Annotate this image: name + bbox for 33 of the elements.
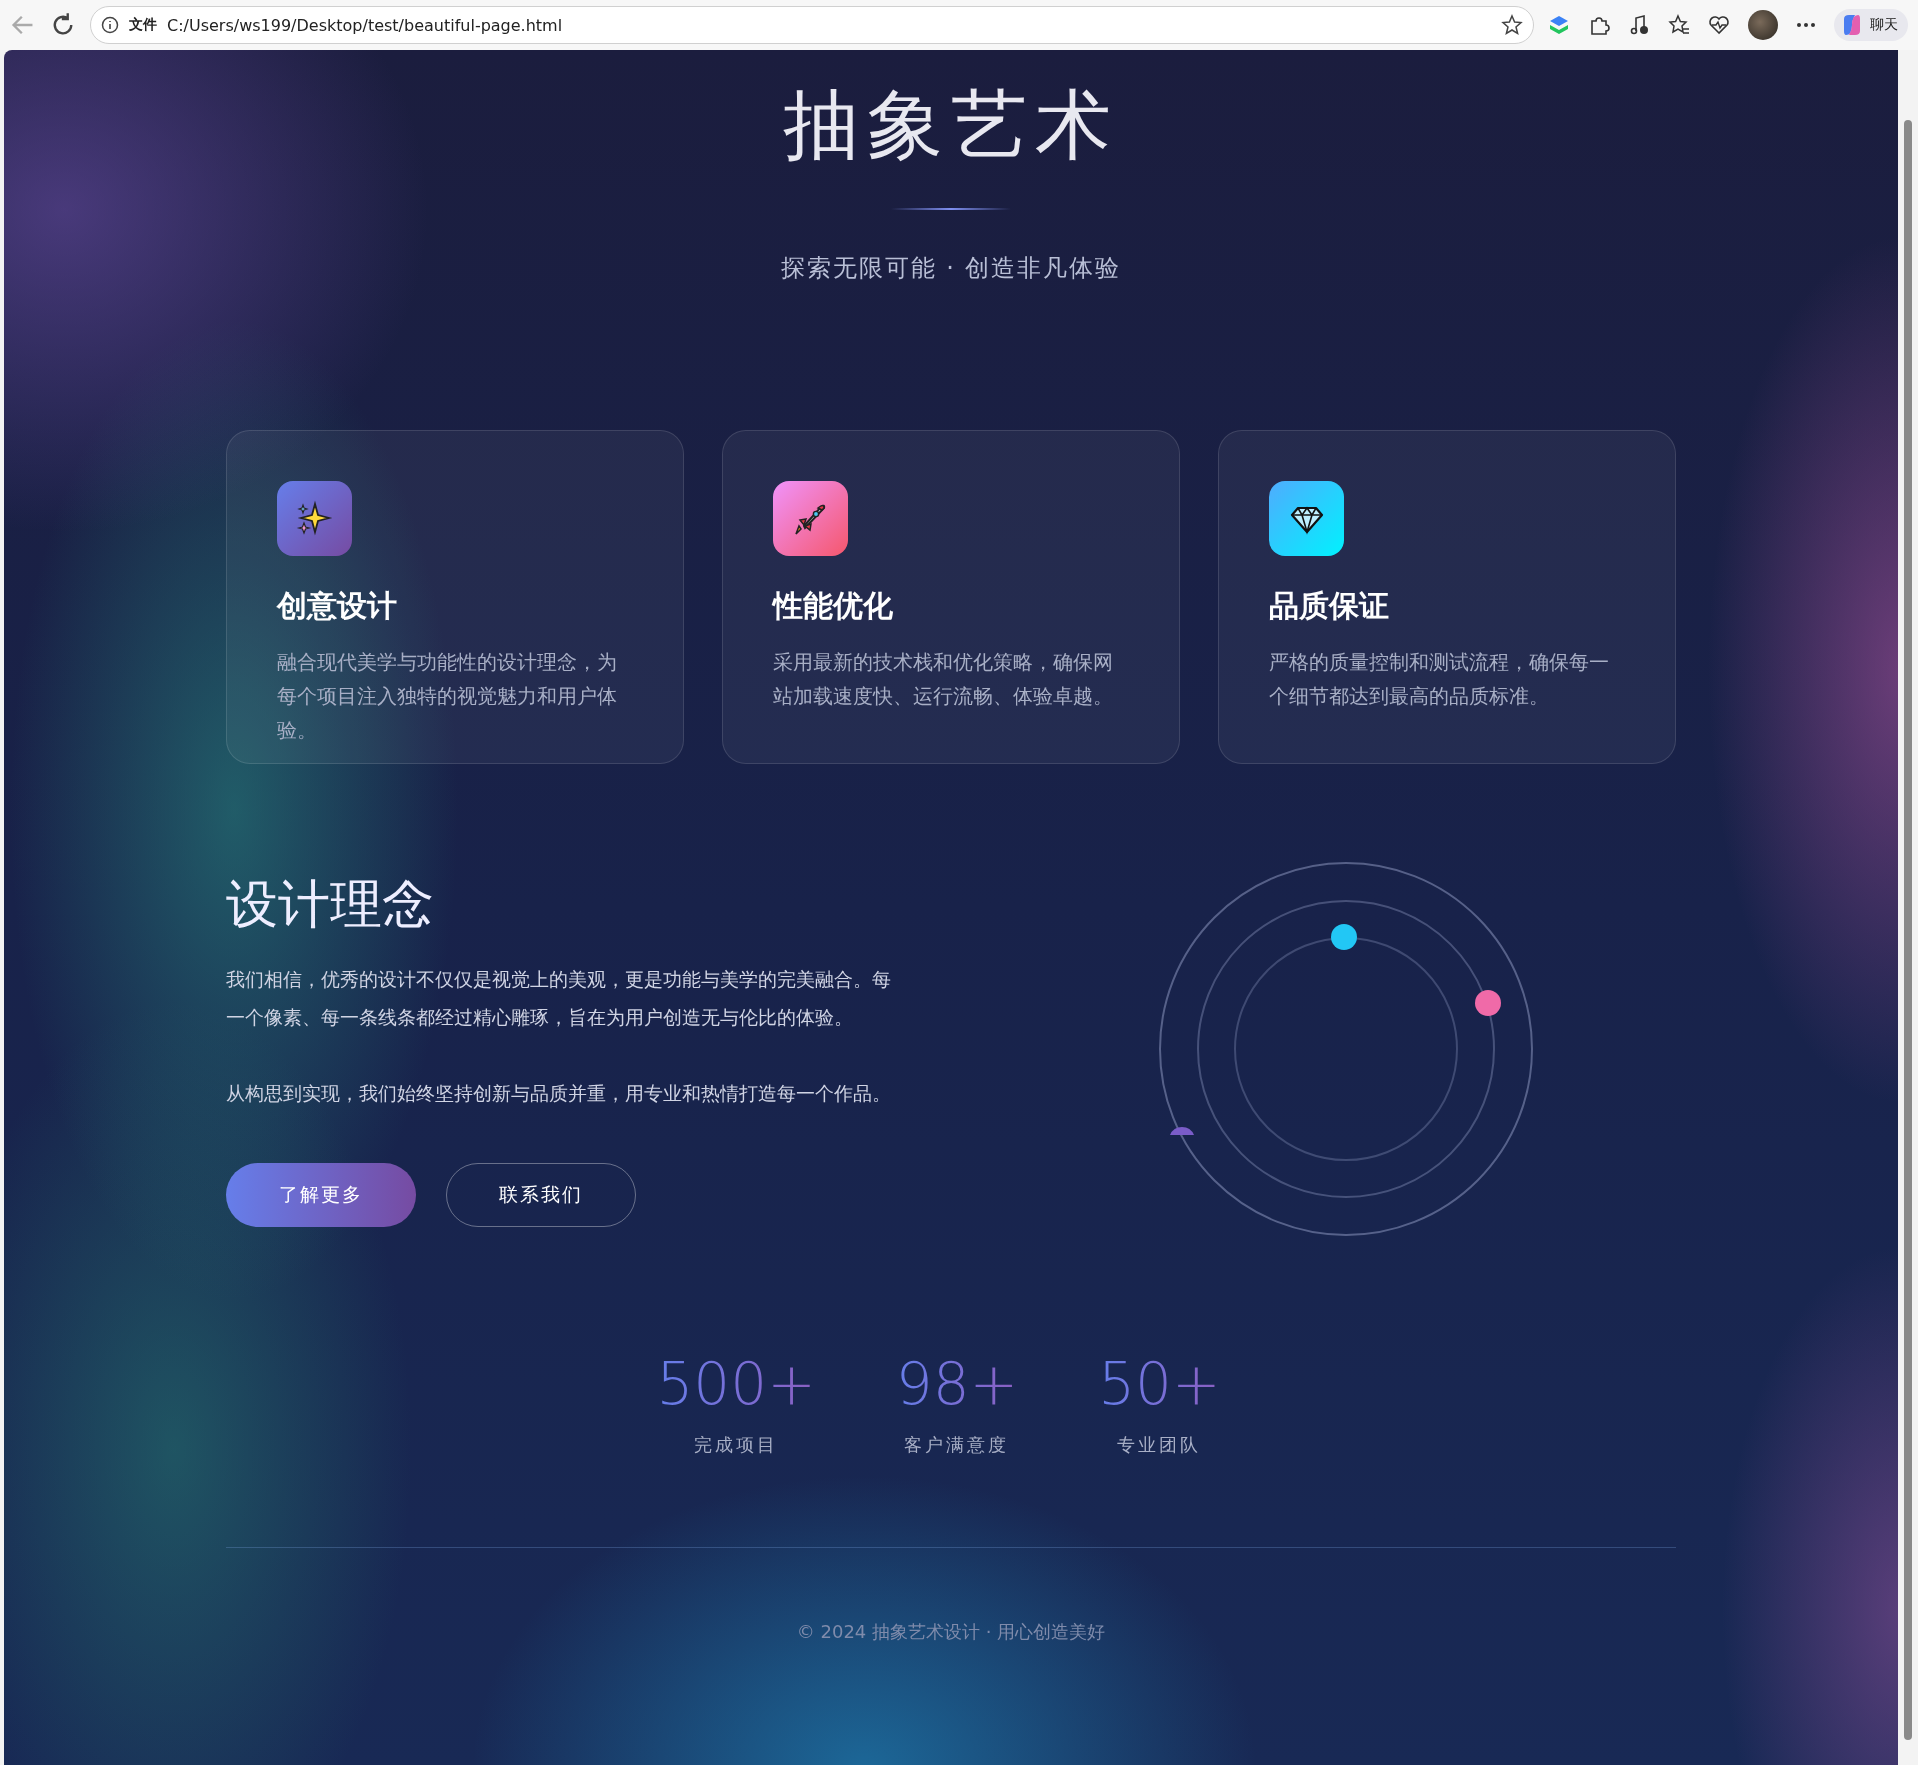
card-title: 性能优化 xyxy=(773,587,894,625)
address-bar[interactable]: 文件 C:/Users/ws199/Desktop/test/beautiful-page.html xyxy=(90,6,1534,44)
file-label: 文件 xyxy=(129,16,157,34)
stat-label: 客户满意度 xyxy=(904,1433,1010,1457)
card-description: 采用最新的技术栈和优化策略，确保网站加载速度快、运行流畅、体验卓越。 xyxy=(773,649,1114,710)
heart-pulse-icon[interactable] xyxy=(1708,14,1730,36)
page-title: 抽象艺术 xyxy=(783,79,1119,171)
footer-text: © 2024 抽象艺术设计 · 用心创造美好 xyxy=(796,1620,1106,1644)
card-description: 严格的质量控制和测试流程，确保每一个细节都达到最高的品质标准。 xyxy=(1269,649,1610,710)
stat-label: 专业团队 xyxy=(1117,1433,1202,1457)
scrollbar-thumb[interactable] xyxy=(1904,120,1912,1740)
paragraph: 我们相信，优秀的设计不仅仅是视觉上的美观，更是功能与美学的完美融合。每一个像素、每一条线条都经过精心雕琢，旨在为用户创造无与伦比的体验。 xyxy=(226,968,892,1030)
profile-avatar[interactable] xyxy=(1748,10,1778,40)
section-title: 设计理念 xyxy=(226,873,435,936)
card-description: 融合现代美学与功能性的设计理念，为每个项目注入独特的视觉魅力和用户体验。 xyxy=(277,649,618,744)
stat-label: 完成项目 xyxy=(694,1433,779,1457)
rocket-icon xyxy=(773,481,848,556)
favorites-icon[interactable] xyxy=(1668,14,1690,36)
media-icon[interactable] xyxy=(1628,14,1650,36)
more-icon[interactable] xyxy=(1796,22,1816,28)
subtitle: 探索无限可能 · 创造非凡体验 xyxy=(780,253,1122,284)
card-title: 创意设计 xyxy=(277,587,398,625)
url-text: C:/Users/ws199/Desktop/test/beautiful-page.html xyxy=(167,15,564,35)
sparkles-icon xyxy=(277,481,352,556)
star-icon[interactable] xyxy=(1501,14,1523,36)
gem-icon xyxy=(1269,481,1344,556)
card-title: 品质保证 xyxy=(1269,587,1390,625)
info-icon[interactable] xyxy=(101,16,119,34)
extension-icon[interactable] xyxy=(1548,14,1570,36)
chat-button[interactable]: 聊天 xyxy=(1834,9,1908,41)
paragraph: 从构思到实现，我们始终坚持创新与品质并重，用专业和热情打造每一个作品。 xyxy=(226,1082,892,1106)
learn-more-button[interactable]: 了解更多 xyxy=(226,1163,416,1227)
puzzle-icon[interactable] xyxy=(1588,14,1610,36)
